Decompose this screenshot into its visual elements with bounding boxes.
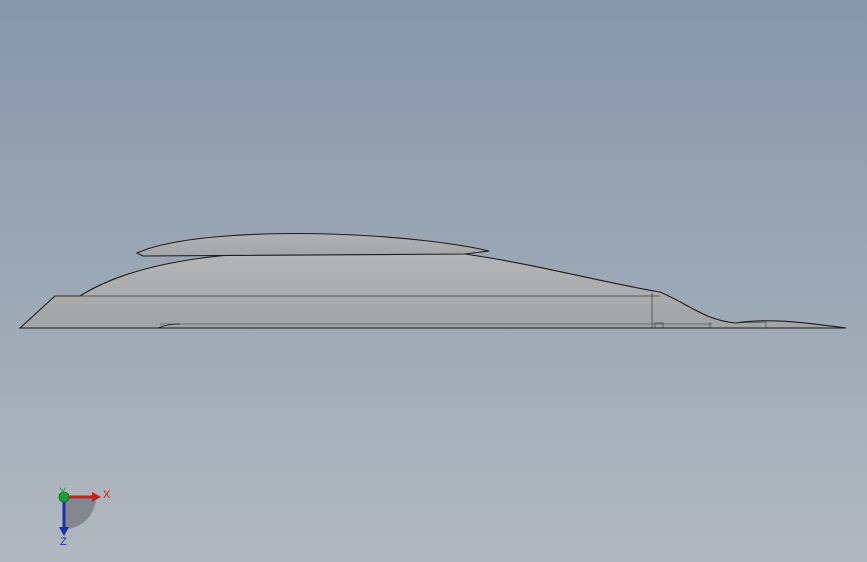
axis-triad: X Y Z bbox=[58, 486, 111, 548]
z-axis-arrow-icon bbox=[59, 527, 69, 536]
graphics-viewport[interactable]: X Y Z bbox=[0, 0, 867, 562]
triad-disc bbox=[64, 497, 96, 529]
z-axis-label: Z bbox=[60, 536, 67, 548]
x-axis-label: X bbox=[103, 489, 111, 501]
y-axis-label: Y bbox=[59, 486, 67, 498]
x-axis-arrow-icon bbox=[92, 492, 101, 502]
